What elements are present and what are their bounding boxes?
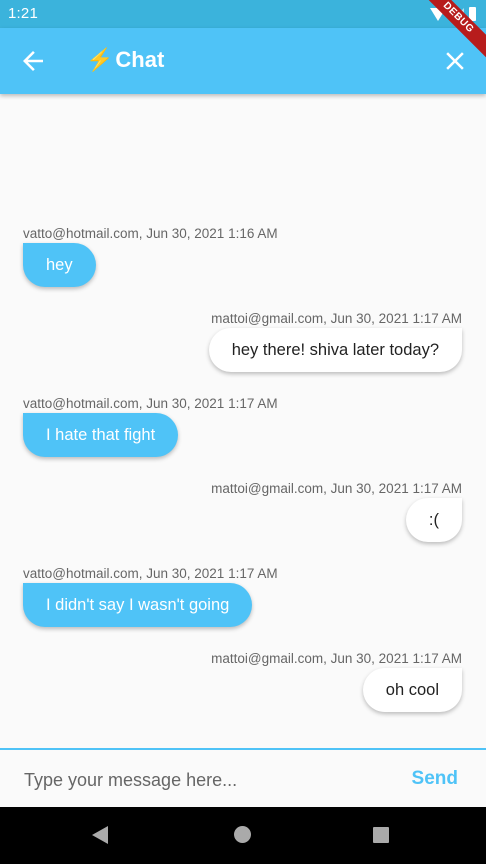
message-bubble: hey there! shiva later today? <box>208 328 462 372</box>
back-button[interactable] <box>18 46 48 76</box>
message-meta: mattoi@gmail.com, Jun 30, 2021 1:17 AM <box>211 651 462 666</box>
message-item: mattoi@gmail.com, Jun 30, 2021 1:17 AM h… <box>208 311 462 372</box>
message-item: vatto@hotmail.com, Jun 30, 2021 1:17 AM … <box>23 396 278 457</box>
message-meta: vatto@hotmail.com, Jun 30, 2021 1:17 AM <box>23 396 278 411</box>
message-item: vatto@hotmail.com, Jun 30, 2021 1:16 AM … <box>23 226 278 287</box>
nav-back-icon[interactable] <box>92 826 108 844</box>
message-meta: vatto@hotmail.com, Jun 30, 2021 1:17 AM <box>23 566 278 581</box>
app-bar: ⚡ Chat <box>0 28 486 94</box>
message-bubble: :( <box>405 498 462 542</box>
message-input[interactable] <box>22 760 386 800</box>
message-item: vatto@hotmail.com, Jun 30, 2021 1:17 AM … <box>23 566 278 627</box>
close-icon <box>446 52 464 70</box>
status-time: 1:21 <box>8 5 38 22</box>
system-nav-bar <box>0 807 486 864</box>
message-list[interactable]: vatto@hotmail.com, Jun 30, 2021 1:16 AM … <box>0 94 486 748</box>
message-item: mattoi@gmail.com, Jun 30, 2021 1:17 AM :… <box>211 481 462 542</box>
message-bubble: I didn't say I wasn't going <box>23 583 253 627</box>
arrow-back-icon <box>23 51 43 71</box>
page-title: ⚡ Chat <box>86 47 164 73</box>
close-button[interactable] <box>440 46 470 76</box>
lightning-icon: ⚡ <box>86 47 114 72</box>
message-bubble: hey <box>23 243 96 287</box>
message-meta: mattoi@gmail.com, Jun 30, 2021 1:17 AM <box>211 311 462 326</box>
send-button[interactable]: Send <box>412 768 458 790</box>
status-bar: 1:21 <box>0 0 486 28</box>
message-composer: Send <box>0 748 486 809</box>
message-meta: mattoi@gmail.com, Jun 30, 2021 1:17 AM <box>211 481 462 496</box>
nav-home-icon[interactable] <box>234 826 251 843</box>
nav-recents-icon[interactable] <box>373 827 389 843</box>
message-meta: vatto@hotmail.com, Jun 30, 2021 1:16 AM <box>23 226 278 241</box>
message-bubble: I hate that fight <box>23 413 179 457</box>
message-bubble: oh cool <box>362 668 462 712</box>
message-item: mattoi@gmail.com, Jun 30, 2021 1:17 AM o… <box>211 651 462 712</box>
page-title-text: Chat <box>115 47 165 72</box>
